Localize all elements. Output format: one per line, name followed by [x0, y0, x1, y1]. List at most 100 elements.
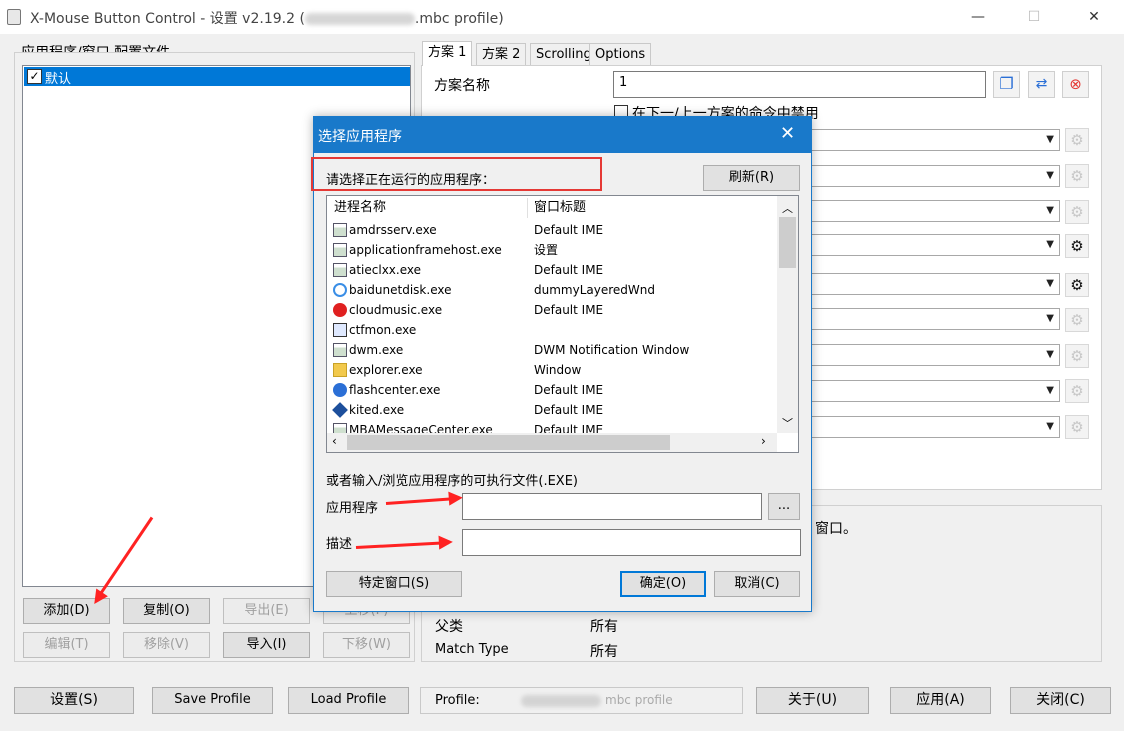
- dialog-close-icon[interactable]: ✕: [780, 123, 795, 144]
- process-row[interactable]: kited.exe Default IME: [327, 400, 777, 420]
- process-name: kited.exe: [349, 403, 405, 417]
- app-path-input[interactable]: [462, 493, 762, 520]
- gear-icon[interactable]: ⚙: [1065, 164, 1089, 188]
- match-type-label: Match Type: [435, 642, 509, 657]
- process-row[interactable]: flashcenter.exe Default IME: [327, 380, 777, 400]
- load-profile-button[interactable]: Load Profile: [288, 687, 409, 714]
- refresh-button[interactable]: 刷新(R): [703, 165, 800, 191]
- column-header-window-title[interactable]: 窗口标题: [534, 196, 586, 220]
- horizontal-scrollbar[interactable]: ‹ ›: [327, 433, 777, 452]
- checkbox-checked-icon[interactable]: ✓: [27, 69, 42, 84]
- dialog-title-bar: 选择应用程序 ✕: [314, 117, 811, 153]
- scrollbar-thumb[interactable]: [779, 217, 796, 268]
- app-label: 应用程序: [326, 501, 379, 516]
- chevron-down-icon: ▼: [1046, 385, 1054, 396]
- music-icon: [333, 303, 347, 317]
- remove-button[interactable]: 移除(V): [123, 632, 210, 658]
- gear-icon[interactable]: ⚙: [1065, 273, 1089, 297]
- clear-icon[interactable]: ⊗: [1062, 71, 1089, 98]
- chevron-down-icon: ▼: [1046, 239, 1054, 250]
- title-bar: X-Mouse Button Control - 设置 v2.19.2 ( .mb…: [0, 0, 1124, 34]
- chevron-down-icon: ▼: [1046, 170, 1054, 181]
- copy-button[interactable]: 复制(O): [123, 598, 210, 624]
- process-window-title: Default IME: [534, 303, 604, 317]
- process-row[interactable]: atieclxx.exe Default IME: [327, 260, 777, 280]
- browse-label: 或者输入/浏览应用程序的可执行文件(.EXE): [326, 474, 578, 489]
- process-window-title: Default IME: [534, 403, 604, 417]
- column-divider: [527, 198, 528, 218]
- process-row[interactable]: cloudmusic.exe Default IME: [327, 300, 777, 320]
- chevron-right-icon[interactable]: ›: [761, 434, 766, 448]
- description-input[interactable]: [462, 529, 801, 556]
- edit-button[interactable]: 编辑(T): [23, 632, 110, 658]
- process-list[interactable]: 进程名称 窗口标题 amdrsserv.exe Default IME applic…: [326, 195, 799, 453]
- process-row[interactable]: explorer.exe Window: [327, 360, 777, 380]
- window-title-suffix: .mbc profile): [414, 11, 504, 27]
- window-title-prefix: X-Mouse Button Control - 设置 v2.19.2 (: [30, 11, 305, 27]
- gear-icon[interactable]: ⚙: [1065, 128, 1089, 152]
- process-window-title: Default IME: [534, 263, 604, 277]
- process-name: flashcenter.exe: [349, 383, 441, 397]
- gear-icon[interactable]: ⚙: [1065, 234, 1089, 258]
- flash-icon: [333, 383, 347, 397]
- gear-icon[interactable]: ⚙: [1065, 200, 1089, 224]
- chevron-left-icon[interactable]: ‹: [332, 434, 337, 448]
- tab-scrolling[interactable]: Scrolling: [530, 43, 598, 65]
- move-down-button[interactable]: 下移(W): [323, 632, 410, 658]
- list-item[interactable]: ✓ 默认: [24, 67, 410, 87]
- close-button[interactable]: 关闭(C): [1010, 687, 1111, 714]
- process-name: explorer.exe: [349, 363, 423, 377]
- gear-icon[interactable]: ⚙: [1065, 308, 1089, 332]
- window-icon: [333, 263, 347, 277]
- chevron-down-icon: ▼: [1046, 349, 1054, 360]
- vertical-scrollbar[interactable]: ︿ ﹀: [777, 196, 798, 433]
- process-row[interactable]: amdrsserv.exe Default IME: [327, 220, 777, 240]
- chevron-down-icon: ▼: [1046, 278, 1054, 289]
- maximize-button[interactable]: ☐: [1019, 6, 1049, 28]
- window-icon: [333, 243, 347, 257]
- specific-window-button[interactable]: 特定窗口(S): [326, 571, 462, 597]
- kite-icon: [332, 402, 348, 418]
- folder-icon: [333, 363, 347, 377]
- import-button[interactable]: 导入(I): [223, 632, 310, 658]
- process-row[interactable]: ctfmon.exe: [327, 320, 777, 340]
- about-button[interactable]: 关于(U): [756, 687, 869, 714]
- scrollbar-thumb[interactable]: [347, 435, 670, 450]
- chevron-up-icon[interactable]: ︿: [782, 200, 793, 216]
- swap-icon[interactable]: ⇄: [1028, 71, 1055, 98]
- column-header-process[interactable]: 进程名称: [334, 196, 386, 220]
- process-row[interactable]: baidunetdisk.exe dummyLayeredWnd: [327, 280, 777, 300]
- cloud-icon: [333, 283, 347, 297]
- tab-options[interactable]: Options: [589, 43, 652, 65]
- apply-button[interactable]: 应用(A): [890, 687, 991, 714]
- browse-button[interactable]: ...: [768, 493, 800, 520]
- tab-scheme-2[interactable]: 方案 2: [476, 43, 527, 65]
- chevron-down-icon[interactable]: ﹀: [782, 415, 793, 431]
- redacted-text: [521, 695, 601, 707]
- process-row[interactable]: dwm.exe DWM Notification Window: [327, 340, 777, 360]
- ok-button[interactable]: 确定(O): [620, 571, 706, 597]
- gear-icon[interactable]: ⚙: [1065, 379, 1089, 403]
- chevron-down-icon: ▼: [1046, 134, 1054, 145]
- description-label: 描述: [326, 537, 353, 552]
- pen-icon: [333, 323, 347, 337]
- scheme-name-input[interactable]: 1: [613, 71, 986, 98]
- gear-icon[interactable]: ⚙: [1065, 415, 1089, 439]
- export-button[interactable]: 导出(E): [223, 598, 310, 624]
- copy-icon[interactable]: ❐: [993, 71, 1020, 98]
- close-window-button[interactable]: ✕: [1079, 6, 1109, 28]
- tab-scheme-1[interactable]: 方案 1: [422, 41, 473, 66]
- gear-icon[interactable]: ⚙: [1065, 344, 1089, 368]
- parent-label: 父类: [435, 619, 463, 635]
- scheme-name-label: 方案名称: [434, 78, 490, 94]
- process-row[interactable]: applicationframehost.exe 设置: [327, 240, 777, 260]
- process-window-title: Default IME: [534, 223, 604, 237]
- profile-label: Profile:: [435, 693, 480, 708]
- info-text: 窗口。: [815, 521, 857, 537]
- minimize-button[interactable]: —: [963, 6, 993, 28]
- save-profile-button[interactable]: Save Profile: [152, 687, 273, 714]
- settings-button[interactable]: 设置(S): [14, 687, 134, 714]
- window-icon: [333, 343, 347, 357]
- chevron-down-icon: ▼: [1046, 421, 1054, 432]
- cancel-button[interactable]: 取消(C): [714, 571, 800, 597]
